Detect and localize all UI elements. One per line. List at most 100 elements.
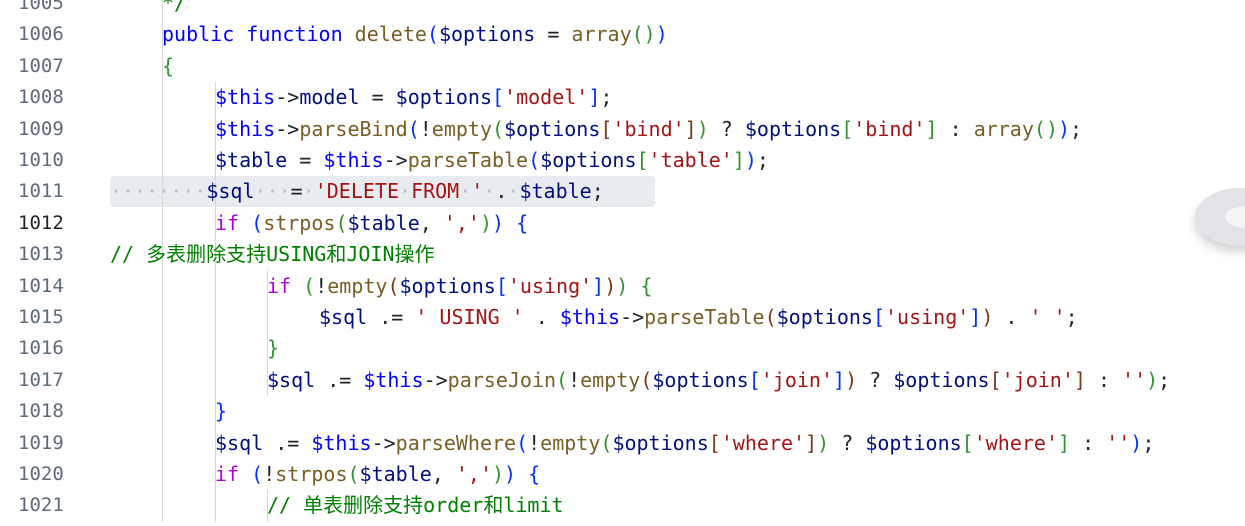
code-line[interactable]: if (!empty($options['using'])) { xyxy=(267,271,652,302)
line-number: 1020 xyxy=(18,463,64,485)
code-line[interactable]: $table = $this->parseTable($options['tab… xyxy=(215,145,769,176)
code-line[interactable]: } xyxy=(267,333,279,364)
code-token: strpos xyxy=(263,210,336,235)
code-token: 'bind' xyxy=(612,116,685,141)
code-token: -> xyxy=(383,148,408,172)
code-token: 'join' xyxy=(1001,367,1074,392)
code-token: () xyxy=(1033,116,1058,141)
code-token: $options xyxy=(504,116,601,141)
code-token: 'table' xyxy=(648,148,733,172)
code-token: public xyxy=(162,22,235,47)
code-line[interactable]: // 单表删除支持order和limit xyxy=(267,490,564,521)
code-token: ( xyxy=(387,273,400,298)
code-token: ] xyxy=(833,367,846,392)
line-number: 1013 xyxy=(18,243,64,266)
code-editor[interactable]: 1005 1006 1007 1008 1009 1010 1011 1012 1013 1014… xyxy=(0,0,1245,526)
code-token: $sql xyxy=(267,367,316,392)
line-number: 1009 xyxy=(18,117,64,140)
code-token: 'bind' xyxy=(853,116,926,141)
code-token: ? xyxy=(708,116,745,141)
code-token: parseTable xyxy=(644,305,765,329)
code-token: ! xyxy=(263,462,276,486)
code-token: parseBind xyxy=(299,116,408,141)
code-token: ] xyxy=(1073,367,1086,392)
line-number-gutter: 1005 1006 1007 1008 1009 1010 1011 1012 1013 1014… xyxy=(0,0,90,526)
code-line[interactable]: // 多表删除支持USING和JOIN操作 xyxy=(110,239,435,270)
code-token: if xyxy=(215,210,240,235)
code-line[interactable]: $sql .= ' USING ' . $this->parseTable($o… xyxy=(319,302,1078,333)
code-line[interactable]: } xyxy=(215,396,227,427)
line-number: 1008 xyxy=(18,86,64,109)
code-line[interactable]: $sql .= $this->parseJoin(!empty($options… xyxy=(267,365,1170,396)
code-token: parseTable xyxy=(407,148,529,172)
code-token: · xyxy=(459,179,472,204)
code-token: · xyxy=(399,179,412,204)
code-token: ] xyxy=(969,305,982,329)
code-token: array xyxy=(973,116,1034,141)
code-token: ) xyxy=(696,116,709,141)
code-line[interactable]: $this->parseBind(!empty($options['bind']… xyxy=(215,114,1082,145)
code-area[interactable]: */public function delete($options = arra… xyxy=(110,0,1245,526)
code-token: 'using' xyxy=(885,305,970,329)
line-number: 1005 xyxy=(18,0,64,14)
line-number: 1019 xyxy=(18,431,64,454)
code-token: ] xyxy=(684,116,697,141)
line-number: 1011 xyxy=(18,180,64,203)
code-token: ( xyxy=(640,367,653,392)
code-token: array xyxy=(571,22,632,47)
code-token: $table xyxy=(359,462,432,486)
code-line[interactable]: ········$sql···=·'DELETE·FROM·'·.·$table… xyxy=(110,176,604,207)
code-token: ; xyxy=(756,148,769,172)
code-token: 'DELETE xyxy=(314,179,400,204)
code-line[interactable]: $this->model = $options['model']; xyxy=(215,82,612,113)
code-token: [ xyxy=(961,430,974,455)
code-token: · xyxy=(507,179,520,204)
code-token: $sql xyxy=(319,305,368,329)
code-token: ' xyxy=(471,179,484,204)
code-token: [ xyxy=(748,367,761,392)
code-token: ) xyxy=(604,273,617,298)
code-token: $table xyxy=(519,179,592,204)
code-token: model xyxy=(299,85,360,110)
code-line[interactable]: $sql .= $this->parseWhere(!empty($option… xyxy=(215,428,1154,459)
code-token: ( xyxy=(347,462,360,486)
code-line[interactable]: if (!strpos($table, ',')) { xyxy=(215,459,540,490)
code-token: ··· xyxy=(254,179,291,204)
code-token: -> xyxy=(371,430,396,455)
line-number: 1010 xyxy=(18,149,64,171)
code-token: ? xyxy=(829,430,866,455)
code-token: : xyxy=(1085,367,1123,392)
code-token: ( xyxy=(764,305,777,329)
code-line[interactable]: */ xyxy=(162,0,186,19)
code-token: ; xyxy=(1158,367,1171,392)
line-number: 1012 xyxy=(18,211,64,234)
code-line[interactable]: public function delete($options = array(… xyxy=(162,19,668,50)
code-token: ( xyxy=(600,430,613,455)
code-token: ( xyxy=(516,430,529,455)
code-token: ; xyxy=(1065,305,1078,329)
code-token: } xyxy=(267,336,280,361)
code-token: ; xyxy=(600,85,613,110)
code-token: ] xyxy=(588,85,601,110)
code-line[interactable]: if (strpos($table, ',')) { xyxy=(215,208,528,239)
code-token: = xyxy=(290,179,303,204)
code-token: ) xyxy=(1058,116,1071,141)
code-token: ! xyxy=(568,367,581,392)
code-token: $this xyxy=(363,367,424,392)
whitespace-marker: ········ xyxy=(110,179,207,204)
code-line[interactable]: { xyxy=(162,51,174,82)
code-token: { xyxy=(640,273,653,298)
code-token: = xyxy=(359,85,396,110)
code-token: { xyxy=(516,210,529,235)
code-token: . xyxy=(495,179,508,204)
code-token: empty xyxy=(540,430,601,455)
code-token: .= xyxy=(367,305,416,329)
code-token: $this xyxy=(323,148,384,172)
code-token: { xyxy=(528,462,541,486)
code-token: ) xyxy=(492,462,505,486)
code-token: ) xyxy=(744,148,757,172)
